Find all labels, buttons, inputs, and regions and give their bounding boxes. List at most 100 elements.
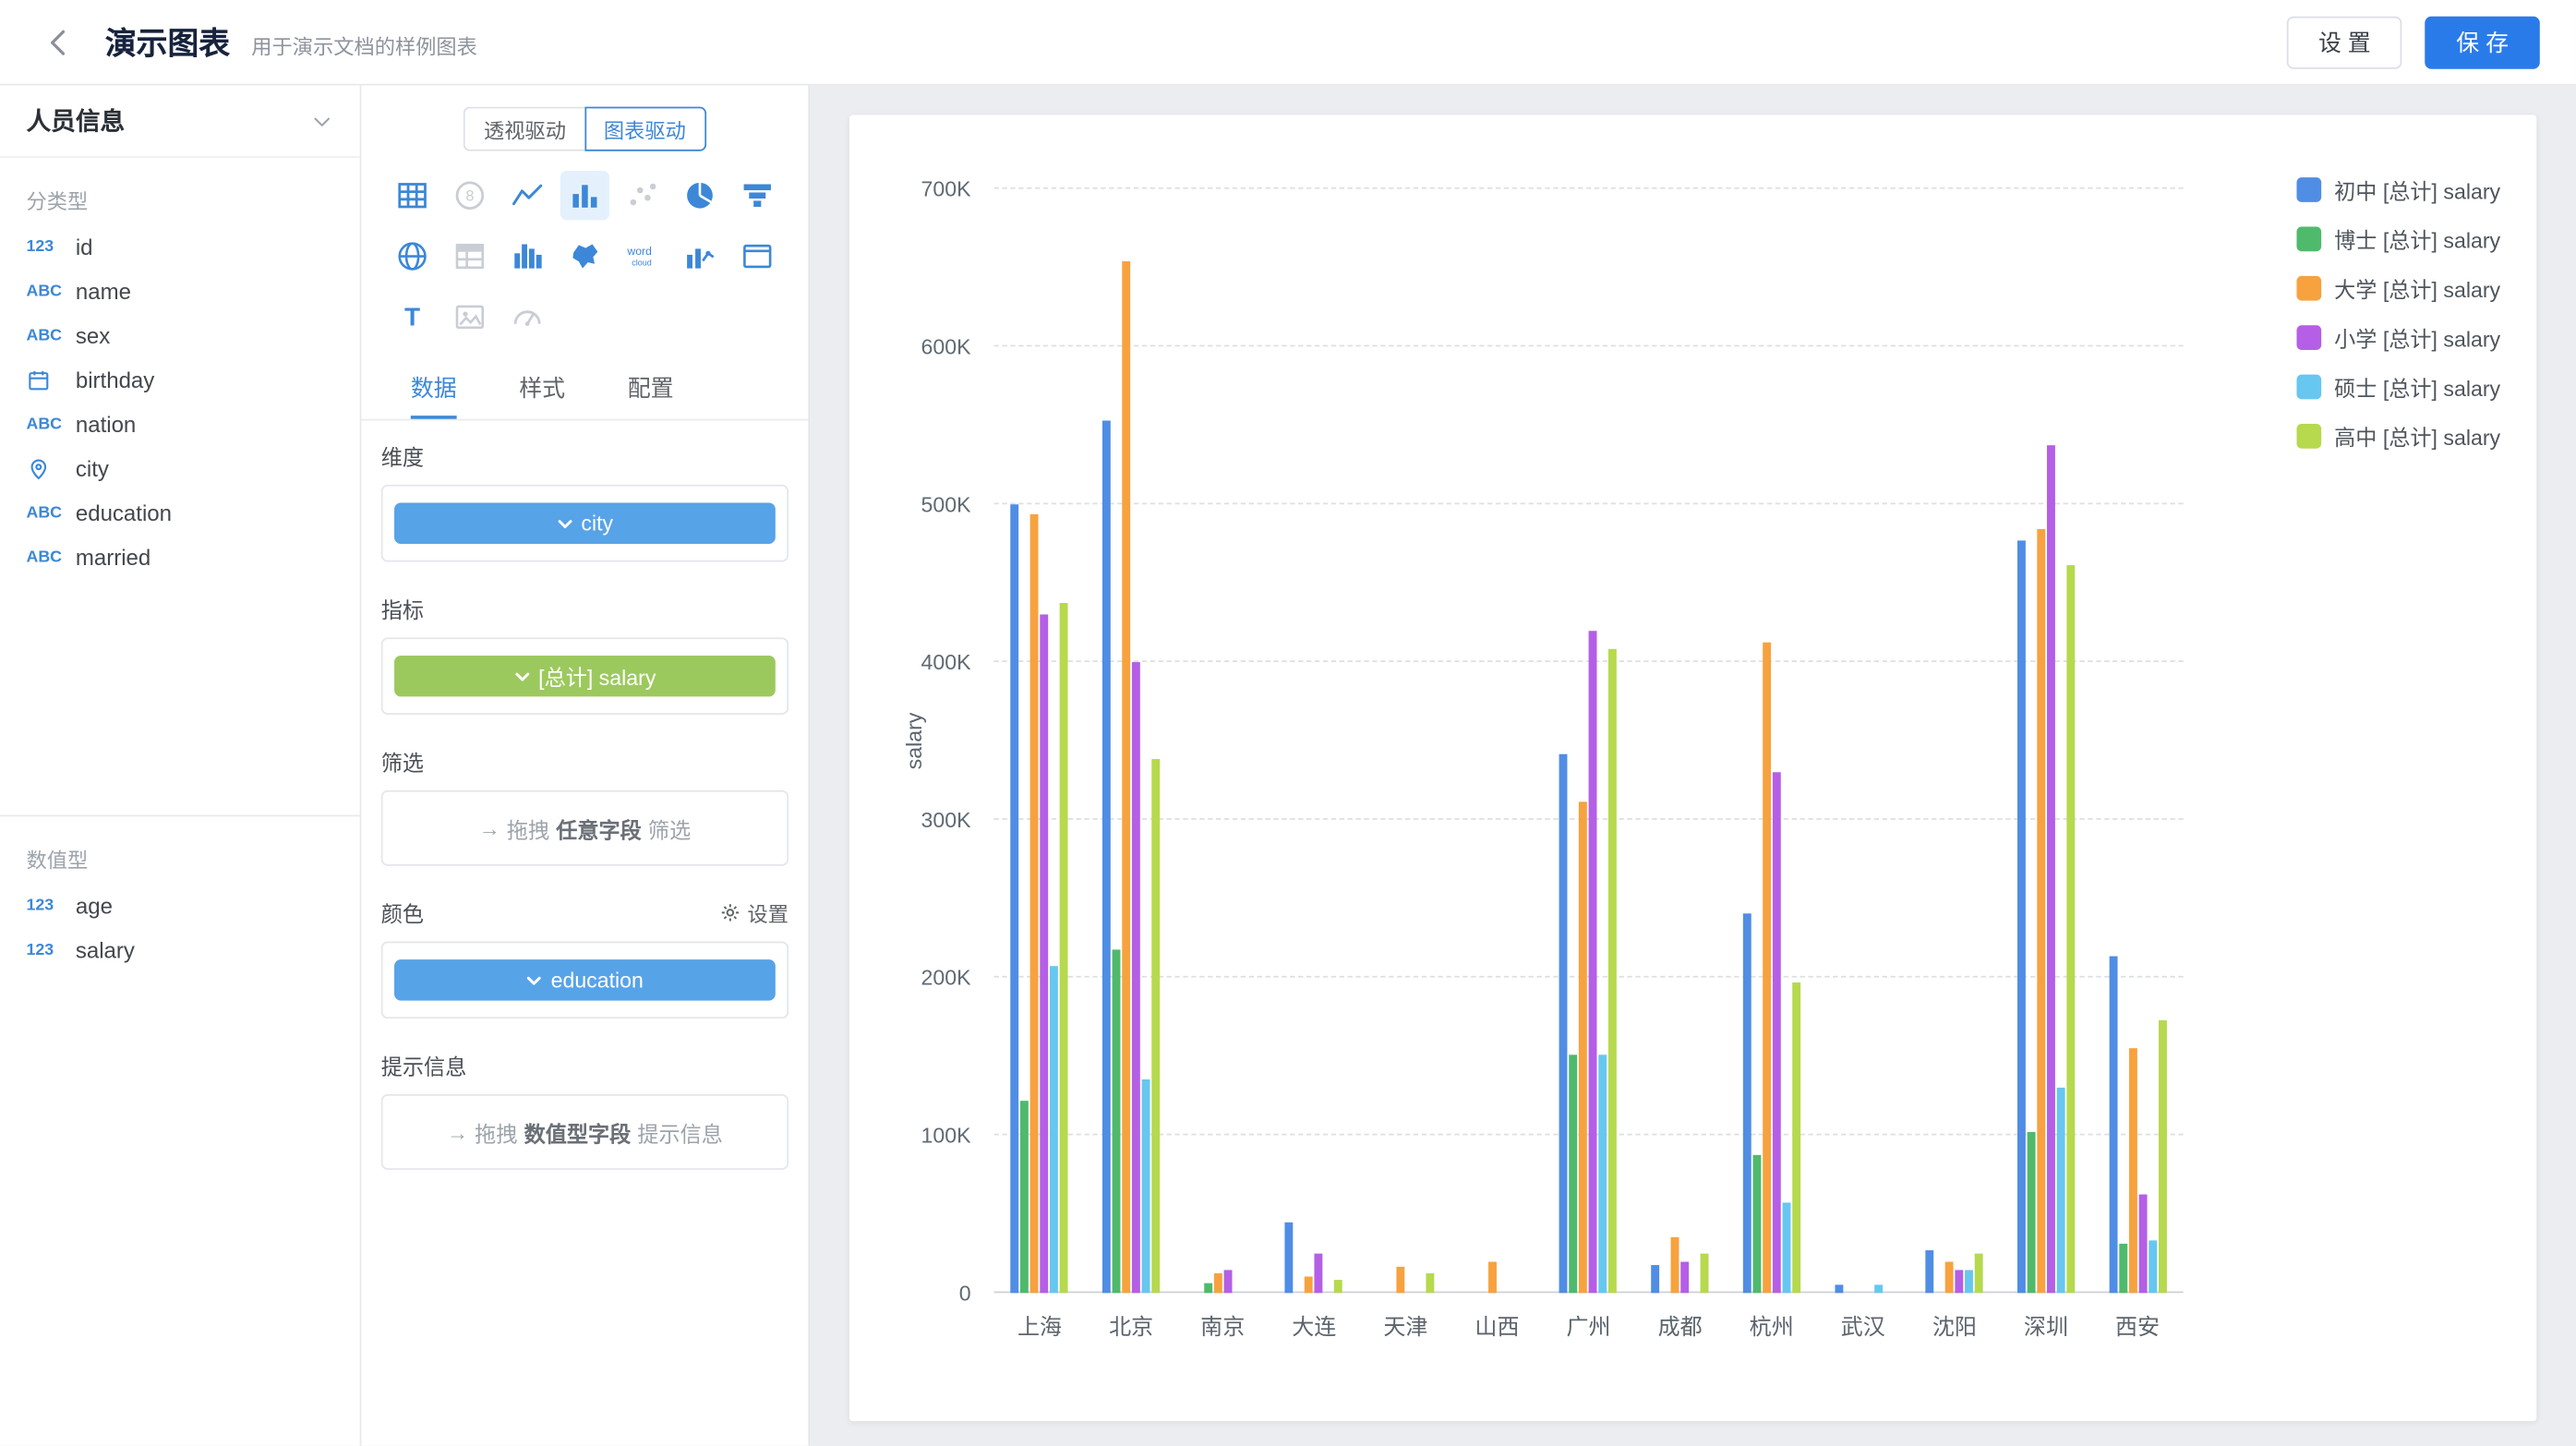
- radar-chart-icon[interactable]: [389, 232, 438, 281]
- map-chart-icon[interactable]: [560, 232, 609, 281]
- legend-item[interactable]: 博士 [总计] salary: [2296, 223, 2500, 255]
- save-button[interactable]: 保 存: [2425, 16, 2539, 68]
- bar[interactable]: [1782, 1203, 1790, 1293]
- bar[interactable]: [1397, 1266, 1405, 1293]
- mode-tab-chart[interactable]: 图表驱动: [584, 107, 706, 151]
- mode-tab-pivot[interactable]: 透视驱动: [464, 107, 584, 151]
- dimension-dropzone[interactable]: city: [381, 485, 788, 562]
- field-item-education[interactable]: ABCeducation: [0, 491, 360, 536]
- legend-item[interactable]: 初中 [总计] salary: [2296, 175, 2500, 206]
- bar-chart-icon[interactable]: [560, 171, 609, 220]
- legend-item[interactable]: 高中 [总计] salary: [2296, 421, 2500, 452]
- bar[interactable]: [1965, 1270, 1973, 1294]
- bar[interactable]: [2027, 1132, 2035, 1293]
- field-item-sex[interactable]: ABCsex: [0, 314, 360, 358]
- bar[interactable]: [1681, 1261, 1690, 1293]
- bar[interactable]: [2057, 1088, 2065, 1293]
- metric-chip-salary[interactable]: [总计] salary: [394, 656, 776, 696]
- bar[interactable]: [2149, 1241, 2157, 1293]
- legend-item[interactable]: 大学 [总计] salary: [2296, 272, 2500, 304]
- bar[interactable]: [1570, 1054, 1578, 1293]
- funnel-chart-icon[interactable]: [732, 171, 781, 220]
- bar[interactable]: [1773, 773, 1781, 1294]
- bar[interactable]: [2037, 530, 2045, 1294]
- line-chart-icon[interactable]: [503, 171, 552, 220]
- bar[interactable]: [1204, 1283, 1212, 1293]
- bar[interactable]: [1792, 982, 1800, 1293]
- field-item-birthday[interactable]: birthday: [0, 358, 360, 403]
- dataset-selector[interactable]: 人员信息: [0, 86, 360, 158]
- bar[interactable]: [1609, 649, 1618, 1293]
- bar[interactable]: [1752, 1154, 1761, 1293]
- bar[interactable]: [1132, 662, 1140, 1293]
- bar[interactable]: [2047, 446, 2055, 1293]
- bar[interactable]: [1956, 1270, 1964, 1294]
- bar[interactable]: [1213, 1272, 1222, 1293]
- bar[interactable]: [1763, 644, 1771, 1294]
- field-item-age[interactable]: 123age: [0, 884, 360, 928]
- bar[interactable]: [2017, 541, 2026, 1294]
- pie-chart-icon[interactable]: [675, 171, 724, 220]
- bar[interactable]: [1559, 753, 1568, 1293]
- bar[interactable]: [1030, 514, 1039, 1294]
- bar[interactable]: [2066, 566, 2075, 1293]
- legend-item[interactable]: 小学 [总计] salary: [2296, 322, 2500, 354]
- bar[interactable]: [1011, 504, 1019, 1293]
- settings-button[interactable]: 设 置: [2287, 16, 2401, 68]
- bar[interactable]: [1223, 1270, 1232, 1294]
- color-settings-button[interactable]: 设置: [719, 897, 788, 928]
- bar[interactable]: [1945, 1261, 1954, 1293]
- bar[interactable]: [1599, 1054, 1607, 1293]
- bar[interactable]: [1102, 421, 1111, 1294]
- bar[interactable]: [1315, 1254, 1323, 1294]
- bar[interactable]: [2158, 1020, 2166, 1294]
- bar[interactable]: [1335, 1281, 1343, 1294]
- field-item-name[interactable]: ABCname: [0, 270, 360, 314]
- combo-chart-icon[interactable]: [675, 232, 724, 281]
- bar[interactable]: [1051, 967, 1059, 1294]
- bar[interactable]: [2109, 956, 2117, 1294]
- bar[interactable]: [2138, 1195, 2147, 1293]
- bar[interactable]: [2128, 1049, 2137, 1294]
- bar[interactable]: [1113, 949, 1121, 1293]
- bar[interactable]: [1835, 1285, 1843, 1294]
- metric-dropzone[interactable]: [总计] salary: [381, 637, 788, 715]
- tooltip-dropzone[interactable]: →拖拽数值型字段提示信息: [381, 1094, 788, 1170]
- bar[interactable]: [1975, 1254, 1983, 1294]
- field-item-nation[interactable]: ABCnation: [0, 403, 360, 447]
- histogram-chart-icon[interactable]: [503, 232, 552, 281]
- bar[interactable]: [1142, 1080, 1150, 1294]
- bar[interactable]: [1060, 604, 1068, 1293]
- bar[interactable]: [2119, 1244, 2127, 1293]
- color-chip-education[interactable]: education: [394, 959, 776, 1000]
- text-chart-icon[interactable]: T: [389, 293, 438, 342]
- bar[interactable]: [1041, 615, 1049, 1293]
- bar[interactable]: [1122, 261, 1130, 1293]
- bar[interactable]: [1021, 1101, 1029, 1293]
- field-item-married[interactable]: ABCmarried: [0, 536, 360, 580]
- legend-item[interactable]: 硕士 [总计] salary: [2296, 371, 2500, 403]
- frame-chart-icon[interactable]: [732, 232, 781, 281]
- bar[interactable]: [1743, 913, 1751, 1294]
- bar[interactable]: [1926, 1250, 1934, 1293]
- bar[interactable]: [1589, 631, 1597, 1293]
- tab-data[interactable]: 数据: [411, 358, 457, 419]
- bar[interactable]: [1651, 1265, 1659, 1294]
- bar[interactable]: [1488, 1261, 1497, 1293]
- bar[interactable]: [1580, 802, 1588, 1293]
- field-item-salary[interactable]: 123salary: [0, 928, 360, 972]
- filter-dropzone[interactable]: →拖拽任意字段筛选: [381, 790, 788, 866]
- table-chart-icon[interactable]: [389, 171, 438, 220]
- tab-config[interactable]: 配置: [628, 358, 674, 419]
- color-dropzone[interactable]: education: [381, 942, 788, 1019]
- wordcloud-chart-icon[interactable]: wordcloud: [618, 232, 667, 281]
- bar[interactable]: [1671, 1238, 1679, 1294]
- back-button[interactable]: [36, 18, 82, 65]
- bar[interactable]: [1701, 1254, 1709, 1294]
- bar[interactable]: [1151, 758, 1160, 1293]
- bar[interactable]: [1285, 1222, 1294, 1293]
- dimension-chip-city[interactable]: city: [394, 502, 776, 543]
- field-item-id[interactable]: 123id: [0, 225, 360, 270]
- field-item-city[interactable]: city: [0, 447, 360, 491]
- bar[interactable]: [1305, 1277, 1313, 1293]
